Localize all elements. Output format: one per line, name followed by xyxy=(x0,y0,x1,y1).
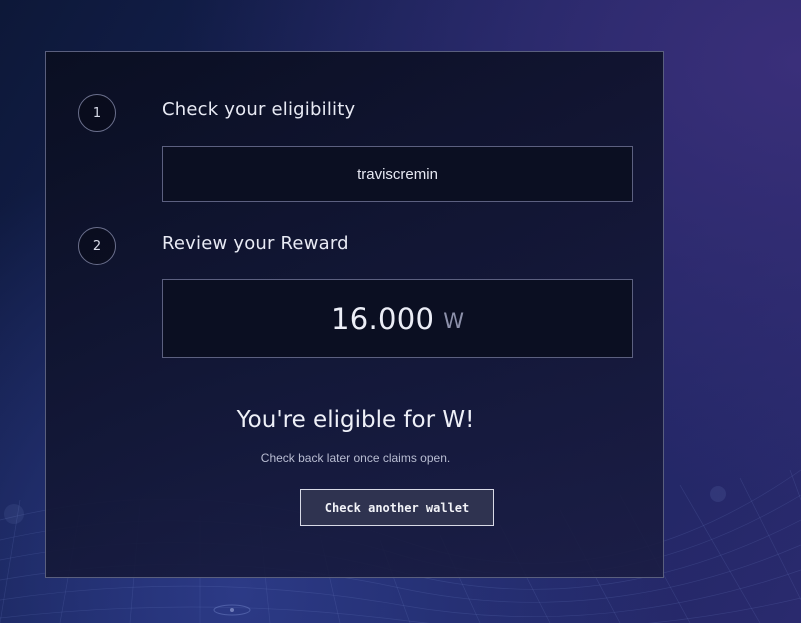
step-1-indicator: 1 xyxy=(78,94,116,132)
step-2-title: Review your Reward xyxy=(162,233,349,254)
step-1-title: Check your eligibility xyxy=(162,99,356,120)
wallet-value: traviscremin xyxy=(357,165,438,183)
check-another-wallet-button[interactable]: Check another wallet xyxy=(300,489,494,526)
step-2-indicator: 2 xyxy=(78,227,116,265)
eligibility-result-subtitle: Check back later once claims open. xyxy=(260,451,451,465)
step-1-number: 1 xyxy=(92,105,102,121)
reward-unit: W xyxy=(443,309,465,333)
eligibility-result-title: You're eligible for W! xyxy=(236,407,475,433)
step-2-number: 2 xyxy=(92,238,102,254)
reward-amount: 16.000 xyxy=(330,301,435,336)
reward-display: 16.000 W xyxy=(162,279,633,358)
eligibility-card: 1 Check your eligibility traviscremin 2 … xyxy=(45,51,664,578)
check-another-wallet-label: Check another wallet xyxy=(324,500,470,515)
wallet-input[interactable]: traviscremin xyxy=(162,146,633,202)
